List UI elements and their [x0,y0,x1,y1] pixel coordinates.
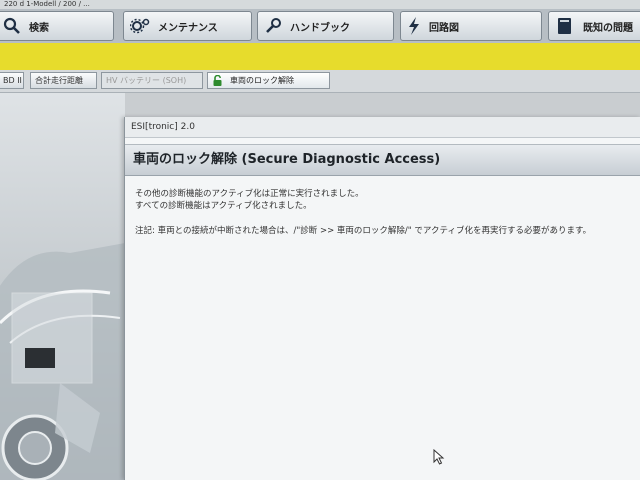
search-icon [3,17,20,34]
main-toolbar: 検索 メンテナンス ハンドブック 回路図 既知の問題 [0,9,640,43]
wrench-icon [266,18,281,33]
known-issues-label: 既知の問題 [583,22,633,34]
circuit-diagram-label: 回路図 [429,22,459,34]
circuit-diagram-button[interactable]: 回路図 [400,11,542,41]
book-icon [558,18,571,34]
tab-hv-battery[interactable]: HV バッテリー (SOH) [101,72,203,89]
unlock-result-dialog: ESI[tronic] 2.0 車両のロック解除 (Secure Diagnos… [124,117,640,480]
car-icon [0,243,125,480]
message-note: 注記: 車両との接続が中断された場合は、/"診断 >> 車両のロック解除/" で… [135,226,592,236]
tab-vehicle-unlock-label: 車両のロック解除 [230,76,294,85]
handbook-label: ハンドブック [290,22,350,34]
tab-total-mileage[interactable]: 合計走行距離 [30,72,97,89]
tab-obd[interactable]: BD II [0,72,24,89]
message-line-1: その他の診断機能のアクティブ化は正常に実行されました。 [135,189,364,199]
dialog-title-bar: ESI[tronic] 2.0 [125,117,640,138]
search-button[interactable]: 検索 [0,11,114,41]
maintenance-button[interactable]: メンテナンス [123,11,252,41]
handbook-button[interactable]: ハンドブック [257,11,394,41]
gear-icon [130,18,150,34]
dialog-heading: 車両のロック解除 (Secure Diagnostic Access) [125,144,640,176]
vehicle-illustration [0,93,125,480]
vehicle-info-strip: 220 d 1-Modell / 200 / ... [0,0,640,9]
mouse-cursor-icon [433,449,445,465]
maintenance-label: メンテナンス [158,22,218,34]
accent-band [0,43,640,70]
search-label: 検索 [29,22,49,34]
message-line-2: すべての診断機能はアクティブ化されました。 [135,201,312,211]
lightning-icon [409,17,419,35]
tab-vehicle-unlock[interactable]: 車両のロック解除 [207,72,330,89]
unlock-icon [213,74,222,86]
known-issues-button[interactable]: 既知の問題 [548,11,640,41]
dialog-message: その他の診断機能のアクティブ化は正常に実行されました。 すべての診断機能はアクテ… [125,176,640,237]
